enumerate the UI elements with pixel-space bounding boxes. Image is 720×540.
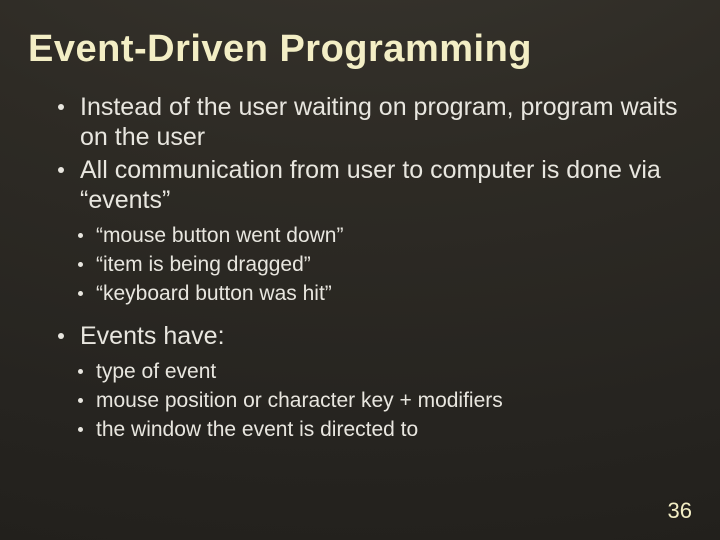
bullet-list: Instead of the user waiting on program, … <box>24 93 696 215</box>
sub-bullet-item: the window the event is directed to <box>76 417 696 444</box>
sub-bullet-item: “keyboard button was hit” <box>76 281 696 308</box>
sub-bullet-item: type of event <box>76 359 696 386</box>
sub-bullet-list: type of event mouse position or characte… <box>24 359 696 444</box>
bullet-item: Instead of the user waiting on program, … <box>56 93 696 152</box>
bullet-item: Events have: <box>56 322 696 352</box>
sub-bullet-item: “mouse button went down” <box>76 223 696 250</box>
sub-bullet-item: “item is being dragged” <box>76 252 696 279</box>
bullet-list: Events have: <box>24 322 696 352</box>
bullet-item: All communication from user to computer … <box>56 156 696 215</box>
slide-title: Event-Driven Programming <box>28 28 696 71</box>
page-number: 36 <box>668 498 692 524</box>
sub-bullet-item: mouse position or character key + modifi… <box>76 388 696 415</box>
slide: Event-Driven Programming Instead of the … <box>0 0 720 540</box>
sub-bullet-list: “mouse button went down” “item is being … <box>24 223 696 308</box>
